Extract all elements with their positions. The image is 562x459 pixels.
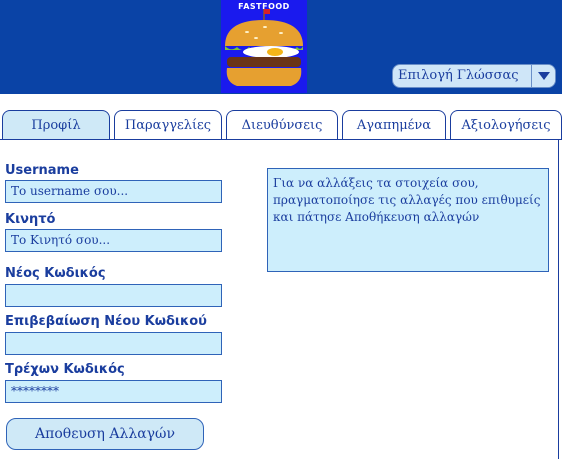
content-border (558, 140, 559, 459)
new-password-label: Νέος Κωδικός (5, 266, 106, 281)
current-password-label: Τρέχων Κωδικός (5, 362, 125, 377)
phone-input[interactable]: Το Κινητό σου... (5, 229, 222, 252)
username-label: Username (5, 163, 79, 178)
confirm-password-label: Επιβεβαίωση Νέου Κωδικού (5, 314, 207, 329)
language-dropdown-button[interactable] (531, 65, 555, 87)
confirm-password-input[interactable] (5, 332, 222, 355)
fastfood-logo[interactable]: FASTFOOD (221, 0, 307, 93)
chevron-down-icon (538, 72, 550, 80)
tab-favorites[interactable]: Αγαπημένα (342, 110, 446, 140)
tab-reviews[interactable]: Αξιολογήσεις (450, 110, 562, 140)
tab-profile[interactable]: Προφίλ (2, 110, 110, 140)
username-input[interactable]: Το username σου... (5, 180, 222, 203)
current-password-input[interactable]: ******** (5, 380, 222, 403)
save-changes-button[interactable]: Αποθευση Αλλαγών (6, 418, 204, 450)
info-box: Για να αλλάξεις τα στοιχεία σου, πραγματ… (267, 168, 549, 272)
tab-divider (0, 139, 562, 140)
phone-label: Κινητό (5, 212, 56, 227)
profile-tabs: Προφίλ Παραγγελίες Διευθύνσεις Αγαπημένα… (0, 110, 562, 140)
burger-icon (225, 9, 303, 86)
language-select-value: Επιλογή Γλώσσας (398, 68, 519, 83)
tab-orders[interactable]: Παραγγελίες (114, 110, 222, 140)
language-select[interactable]: Επιλογή Γλώσσας (392, 64, 556, 88)
header: FASTFOOD Επιλογή Γλώσσας (0, 0, 562, 94)
tab-addresses[interactable]: Διευθύνσεις (226, 110, 338, 140)
new-password-input[interactable] (5, 284, 222, 307)
